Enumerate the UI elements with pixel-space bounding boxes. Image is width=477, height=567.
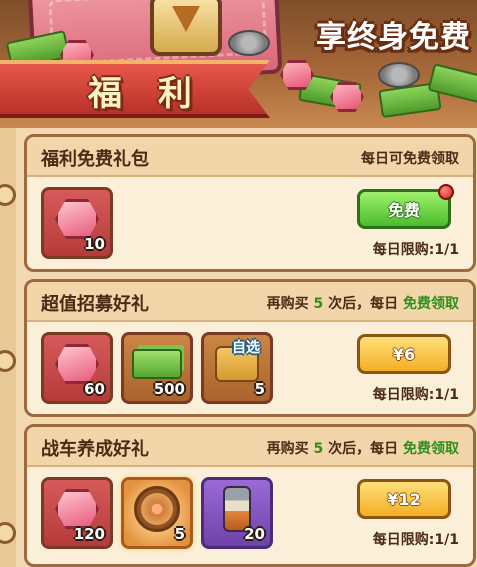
pack-title: 福利免费礼包 [41, 149, 149, 170]
pack-note: 每日可免费领取 [361, 148, 459, 168]
reward-item-gem[interactable]: 60 [41, 332, 113, 404]
reward-item-fuel[interactable]: 20 [201, 477, 273, 549]
daily-limit-text: 每日限购:1/1 [372, 242, 459, 258]
buy-12-button[interactable]: ¥12 [357, 479, 451, 519]
pack-title: 战车养成好礼 [41, 439, 149, 460]
gem-icon [55, 199, 99, 240]
pack-card-recruit: 超值招募好礼 再购买 5 次后，每日 免费领取 60 500 自选 5 ¥6 每… [24, 279, 476, 417]
notification-dot-icon [438, 184, 454, 200]
selectable-tag: 自选 [232, 340, 260, 356]
pack-title: 超值招募好礼 [41, 294, 149, 315]
reward-item-wheel[interactable]: 5 [121, 477, 193, 549]
daily-limit-text: 每日限购:1/1 [372, 532, 459, 548]
promo-text: 享终身免费 [316, 20, 471, 55]
reward-quantity: 5 [254, 380, 265, 398]
note-prefix: 再购买 [266, 441, 309, 457]
reward-quantity: 120 [73, 525, 105, 543]
pack-card-header: 福利免费礼包 每日可免费领取 [27, 137, 473, 177]
note-middle: 次后，每日 [328, 296, 399, 312]
pack-card-header: 超值招募好礼 再购买 5 次后，每日 免费领取 [27, 282, 473, 322]
reward-quantity: 60 [84, 380, 105, 398]
buy-6-button[interactable]: ¥6 [357, 334, 451, 374]
note-count: 5 [313, 296, 324, 312]
header-banner: 享终身免费 福 利 [0, 0, 477, 128]
reward-quantity: 5 [174, 525, 185, 543]
button-label: ¥6 [392, 344, 416, 364]
reward-item-gem[interactable]: 10 [41, 187, 113, 259]
reward-item-puzzle[interactable]: 自选 5 [201, 332, 273, 404]
tin-can-icon [378, 62, 420, 88]
wheel-part-icon [134, 486, 180, 533]
note-free-claim: 免费领取 [403, 441, 459, 457]
reward-quantity: 20 [244, 525, 265, 543]
reward-item-cash[interactable]: 500 [121, 332, 193, 404]
button-label: ¥12 [387, 489, 421, 509]
gem-icon [55, 344, 99, 385]
page-title: 福 利 [88, 74, 204, 114]
v-logo-icon [172, 6, 200, 32]
cash-stack-icon [132, 349, 182, 380]
note-count: 5 [313, 441, 324, 457]
pack-note-text: 每日可免费领取 [361, 151, 459, 167]
pack-card-body: 10 免费 每日限购:1/1 [27, 177, 473, 269]
note-prefix: 再购买 [266, 296, 309, 312]
claim-free-button[interactable]: 免费 [357, 184, 454, 229]
pack-card-body: 120 5 20 ¥12 每日限购:1/1 [27, 467, 473, 564]
gem-icon [55, 489, 99, 530]
pack-card-free: 福利免费礼包 每日可免费领取 10 免费 每日限购:1/1 [24, 134, 476, 272]
button-label: 免费 [387, 201, 420, 220]
tin-can-icon [228, 30, 270, 56]
reward-item-gem[interactable]: 120 [41, 477, 113, 549]
pack-card-body: 60 500 自选 5 ¥6 每日限购:1/1 [27, 322, 473, 414]
reward-quantity: 500 [153, 380, 185, 398]
note-free-claim: 免费领取 [403, 296, 459, 312]
pack-note: 再购买 5 次后，每日 免费领取 [267, 438, 459, 458]
reward-quantity: 10 [84, 235, 105, 253]
pack-card-chariot: 战车养成好礼 再购买 5 次后，每日 免费领取 120 5 20 ¥12 每日限… [24, 424, 476, 567]
daily-limit-text: 每日限购:1/1 [372, 387, 459, 403]
pack-card-header: 战车养成好礼 再购买 5 次后，每日 免费领取 [27, 427, 473, 467]
pack-note: 再购买 5 次后，每日 免费领取 [267, 293, 459, 313]
note-middle: 次后，每日 [328, 441, 399, 457]
